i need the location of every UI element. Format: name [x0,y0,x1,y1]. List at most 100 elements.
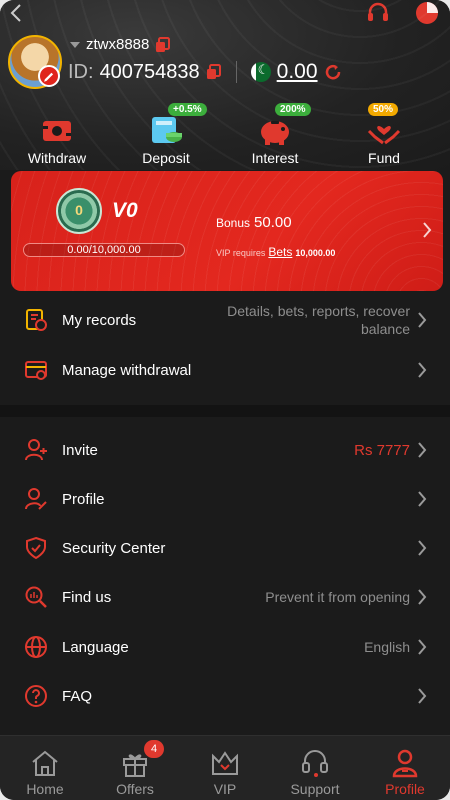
find-us-hint: Prevent it from opening [265,589,410,605]
refresh-icon[interactable] [324,63,342,81]
vip-medal-icon: 0 [56,188,102,234]
bottom-nav: Home 4 Offers VIP Support Profile [0,735,450,800]
username: ztwx8888 [86,36,150,53]
invite-reward: Rs 7777 [354,441,410,459]
vip-level: V0 [112,199,138,222]
balance-value: 0.00 [276,60,318,83]
nav-home-label: Home [26,781,64,797]
profile-header: ztwx8888 ID: 400754838 0.00 Withdraw +0.… [0,0,450,170]
nav-support-label: Support [290,781,340,797]
withdrawal-card-icon [25,361,47,380]
manage-withdrawal-label: Manage withdrawal [62,361,192,379]
my-records-label: My records [62,311,137,329]
nav-offers-label: Offers [116,781,154,797]
nav-support[interactable]: Support [270,736,360,800]
bonus-value: 50.00 [254,214,292,231]
bonus-label: Bonus [216,216,251,230]
hands-heart-icon [367,125,401,145]
language-value: English [364,639,410,655]
nav-offers[interactable]: 4 Offers [90,736,180,800]
withdraw-label: Withdraw [27,150,87,166]
invite-item[interactable]: Invite Rs 7777 [0,426,450,474]
offers-count-badge: 4 [144,740,164,758]
back-icon[interactable] [6,2,28,24]
globe-icon [25,636,47,658]
faq-item[interactable]: FAQ [0,672,450,720]
search-icon [25,586,47,608]
question-icon [25,685,47,707]
user-id: 400754838 [99,60,200,83]
my-records-hint: Details, bets, reports, recover balance [227,303,410,337]
language-item[interactable]: Language English [0,623,450,671]
copy-id-icon[interactable] [206,64,222,80]
invite-user-icon [25,439,47,461]
interest-action[interactable]: 200% Interest [225,103,325,166]
my-records-item[interactable]: My records Details, bets, reports, recov… [0,296,450,344]
deposit-label: Deposit [142,150,190,166]
interest-badge: 200% [275,103,311,116]
chevron-right-icon [418,491,427,507]
profile-item[interactable]: Profile [0,475,450,523]
withdraw-action[interactable]: Withdraw [7,105,107,166]
vip-progress-text: 0.00/10,000.00 [67,244,141,256]
profile-screen: ztwx8888 ID: 400754838 0.00 Withdraw +0.… [0,0,450,800]
security-center-item[interactable]: Security Center [0,524,450,572]
headset-icon[interactable] [365,0,391,26]
records-icon [26,309,47,331]
nav-home[interactable]: Home [0,736,90,800]
fund-badge: 50% [368,103,399,116]
user-edit-icon [25,488,47,510]
deposit-badge: +0.5% [168,103,207,116]
profile-label: Profile [62,490,105,508]
vip-requires-value: 10,000.00 [295,248,336,258]
vip-requirement: VIP requires Bets 10,000.00 [216,245,335,259]
deposit-action[interactable]: +0.5% Deposit [116,103,216,166]
chevron-right-icon [418,589,427,605]
username-row: ztwx8888 [70,36,171,53]
language-label: Language [62,638,129,656]
manage-withdrawal-item[interactable]: Manage withdrawal [0,346,450,394]
id-row: ID: 400754838 0.00 [68,60,342,84]
chevron-down-icon[interactable] [70,41,80,48]
user-icon [392,749,418,778]
vip-medal-number: 0 [75,202,83,218]
chevron-right-icon [418,362,427,378]
nav-profile[interactable]: Profile [360,736,450,800]
copy-username-icon[interactable] [155,36,171,53]
invite-label: Invite [62,441,98,459]
fund-label: Fund [368,150,400,166]
pie-icon[interactable] [414,0,440,26]
nav-vip[interactable]: VIP [180,736,270,800]
nav-vip-label: VIP [213,781,237,797]
faq-label: FAQ [62,687,93,705]
headset-icon [302,750,328,777]
chevron-right-icon [418,442,427,458]
deposit-icon [152,117,182,143]
edit-avatar-icon[interactable] [38,65,60,87]
withdraw-icon [43,121,71,141]
pakistan-flag-icon [250,62,271,82]
chevron-right-icon [418,540,427,556]
chevron-right-icon [418,639,427,655]
chevron-right-icon [423,222,432,238]
piggy-bank-icon [261,121,289,145]
divider [235,61,237,83]
crown-icon [212,751,238,775]
fund-action[interactable]: 50% Fund [334,103,434,166]
chevron-right-icon [418,312,427,328]
find-us-label: Find us [62,588,112,606]
vip-card[interactable]: 0 V0 0.00/10,000.00 Bonus 50.00 VIP requi… [11,171,443,291]
find-us-item[interactable]: Find us Prevent it from opening [0,573,450,621]
section-divider [0,405,450,417]
vip-progress-bar: 0.00/10,000.00 [23,243,185,257]
home-icon [32,750,58,776]
interest-label: Interest [251,150,299,166]
id-label: ID: [68,60,94,83]
bonus-info: Bonus 50.00 [216,214,292,231]
vip-requires-label: VIP requires [216,248,266,258]
security-center-label: Security Center [62,539,166,557]
shield-icon [26,536,46,560]
nav-profile-label: Profile [385,781,425,797]
chevron-right-icon [418,688,427,704]
bets-link[interactable]: Bets [268,245,292,259]
